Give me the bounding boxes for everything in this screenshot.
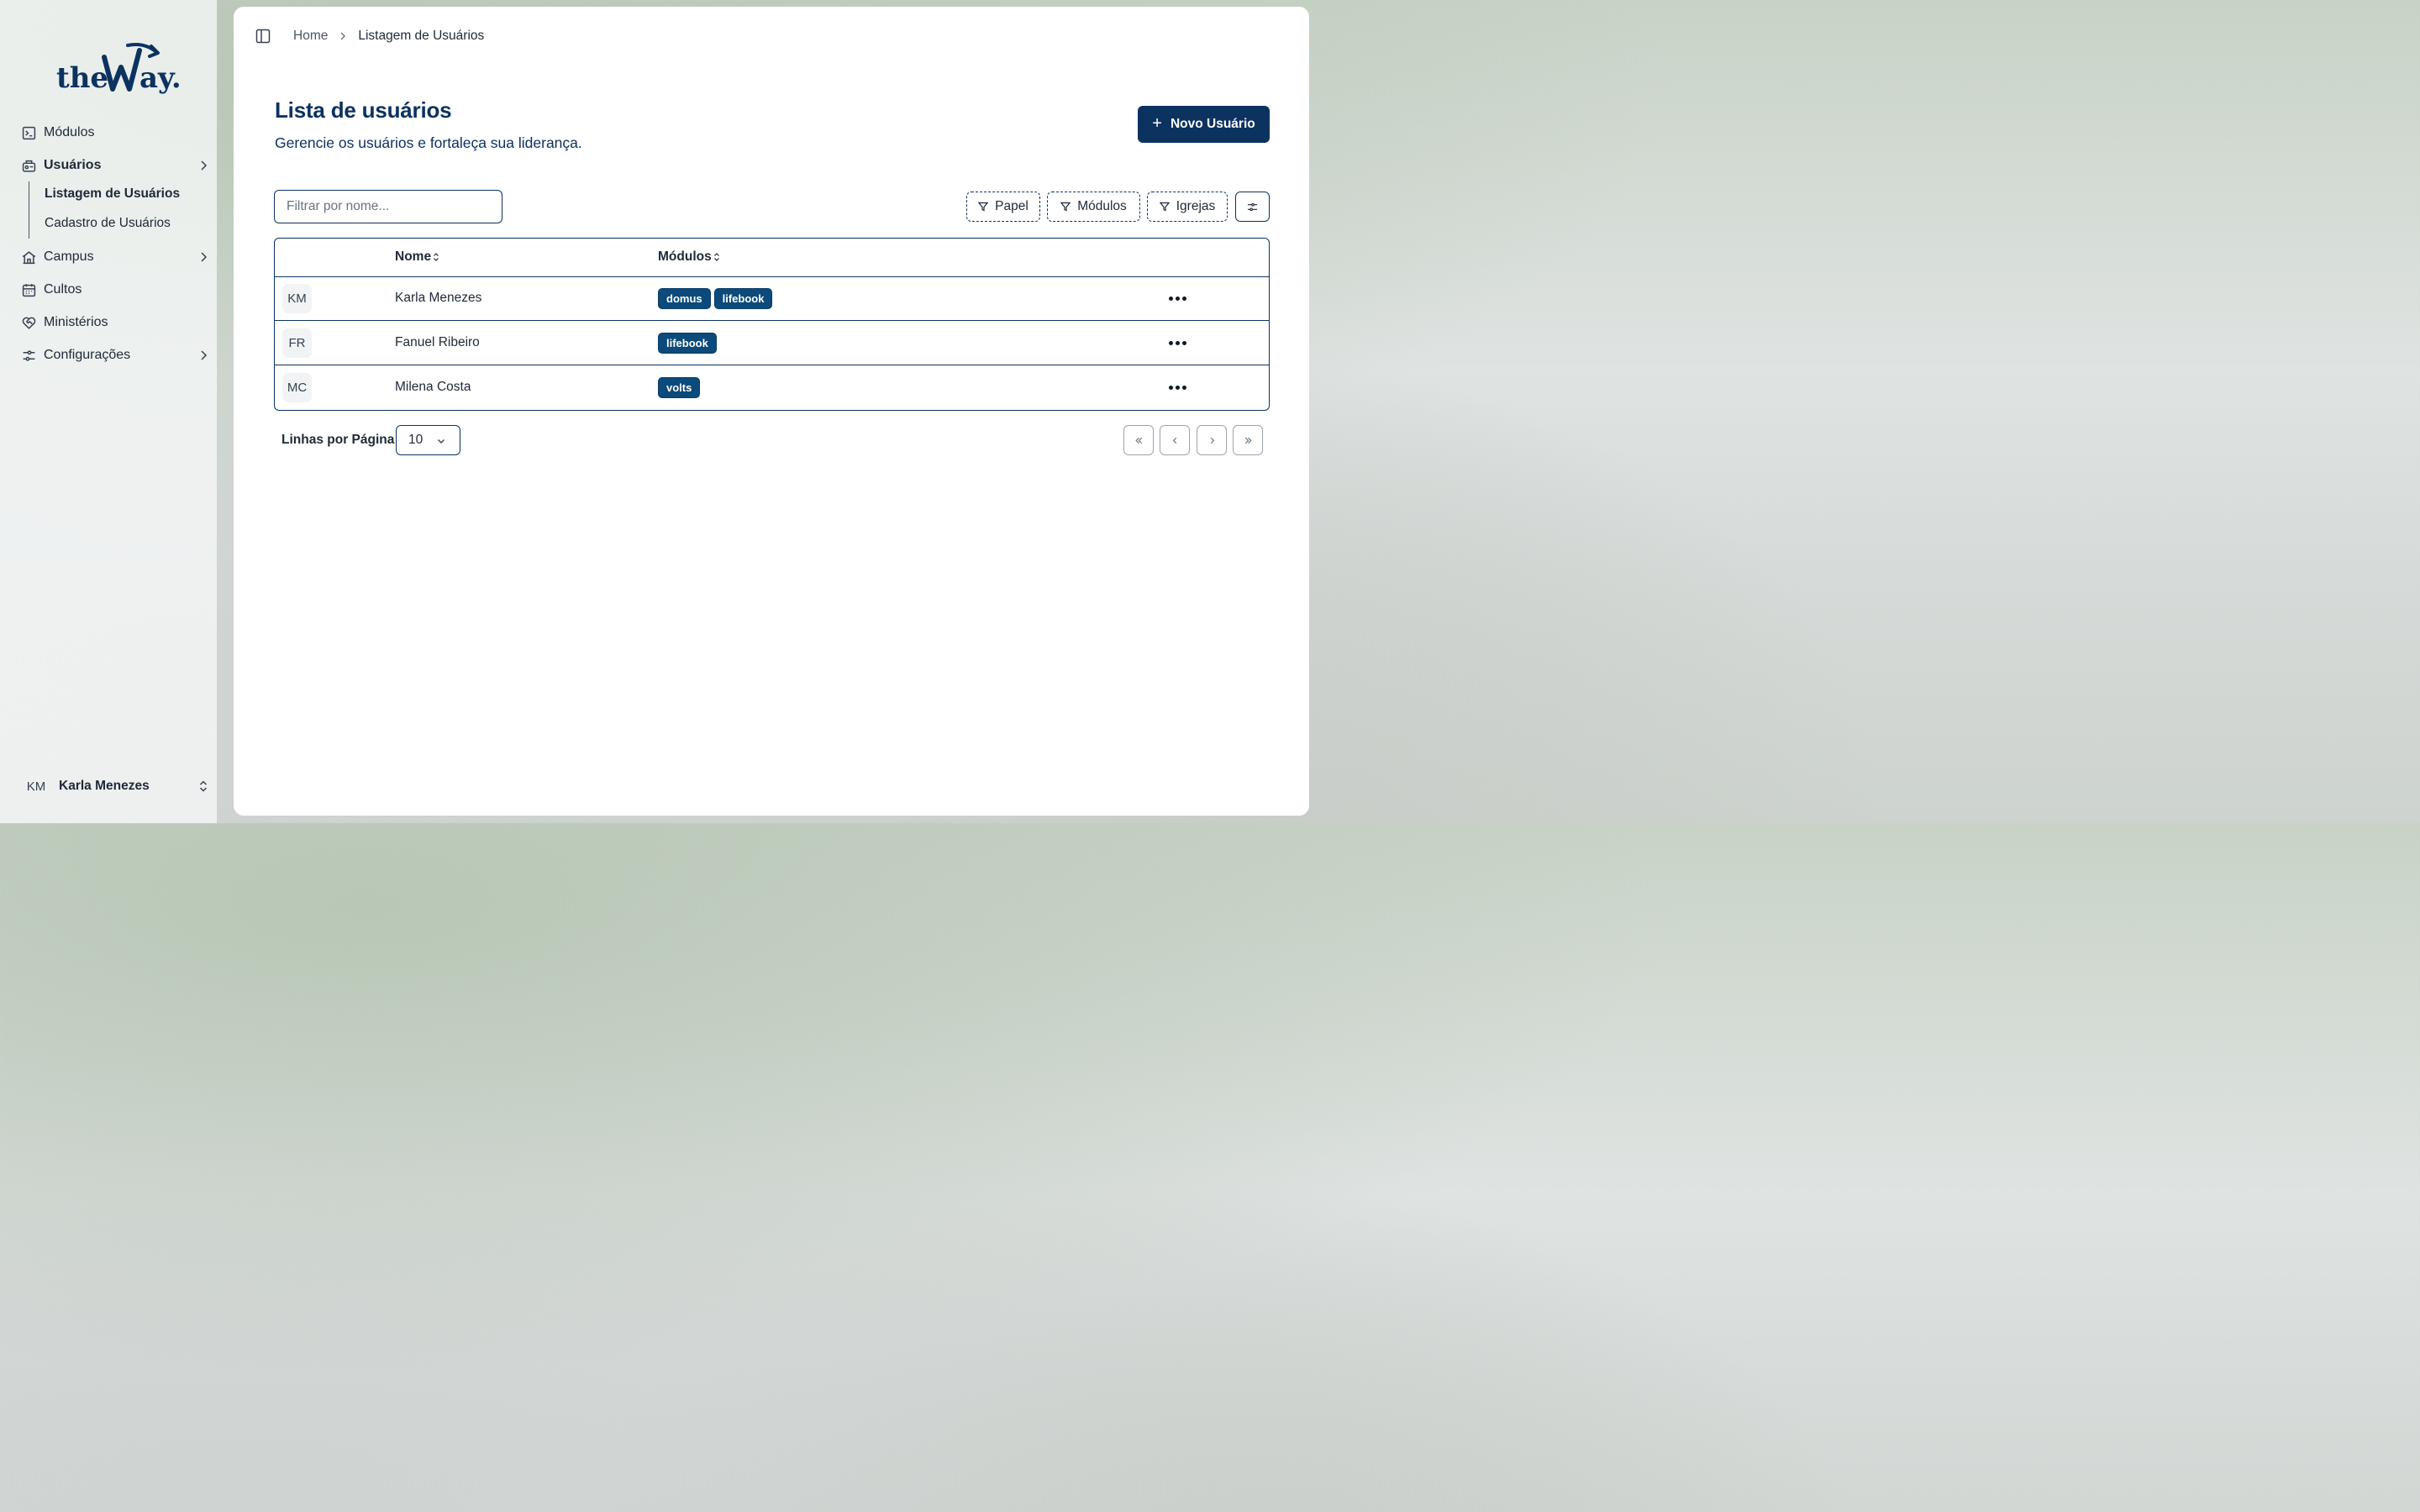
- filter-modulos-button[interactable]: Módulos: [1047, 192, 1140, 222]
- sidebar-item-label: Usuários: [44, 158, 102, 172]
- svg-text:ay.: ay.: [139, 61, 182, 95]
- campus-icon: [20, 249, 37, 265]
- avatar: FR: [282, 328, 312, 358]
- sidebar-toggle-icon[interactable]: [255, 29, 271, 44]
- filter-label: Papel: [995, 199, 1028, 213]
- table-row[interactable]: MC Milena Costa volts: [275, 365, 1269, 410]
- sidebar-item-configuracoes[interactable]: Configurações: [20, 342, 213, 369]
- next-page-button[interactable]: [1197, 425, 1227, 455]
- modules-icon: [20, 124, 37, 141]
- sort-icon: [434, 253, 439, 261]
- sidebar-item-modulos[interactable]: Módulos: [20, 119, 213, 146]
- page-subtitle: Gerencie os usuários e fortaleça sua lid…: [275, 134, 582, 151]
- sidebar-item-label: Cultos: [44, 282, 82, 297]
- user-name: Karla Menezes: [59, 779, 150, 793]
- search-input[interactable]: [274, 190, 502, 223]
- chevrons-right-icon: [1244, 437, 1252, 444]
- avatar: KM: [26, 779, 46, 794]
- breadcrumb: Home Listagem de Usuários: [293, 29, 484, 44]
- svg-text:the: the: [56, 61, 108, 95]
- chevron-right-icon: [1210, 437, 1214, 444]
- breadcrumb-current: Listagem de Usuários: [358, 29, 485, 43]
- modules-cell: volts: [658, 377, 701, 398]
- filter-label: Igrejas: [1176, 199, 1216, 213]
- sliders-icon: [1247, 202, 1258, 211]
- filter-icon: [1060, 202, 1071, 212]
- chevron-right-icon: [201, 252, 208, 262]
- chevrons-left-icon: [1134, 437, 1142, 444]
- calendar-icon: [20, 281, 37, 298]
- column-label: Módulos: [658, 249, 712, 264]
- users-table: Nome Módulos KM Karla Menezes domus life…: [274, 238, 1270, 411]
- modules-cell: domus lifebook: [658, 288, 773, 309]
- sidebar-item-campus[interactable]: Campus: [20, 244, 213, 270]
- chevron-right-icon: [201, 350, 208, 360]
- sidebar-item-label: Módulos: [44, 125, 95, 139]
- user-menu[interactable]: KM Karla Menezes: [20, 771, 213, 801]
- theway-logo[interactable]: the ay.: [52, 39, 187, 97]
- filter-papel-button[interactable]: Papel: [966, 192, 1040, 222]
- page-title: Lista de usuários: [275, 97, 452, 123]
- main-panel: Home Listagem de Usuários Lista de usuár…: [234, 7, 1309, 816]
- sidebar-subitem-cadastro[interactable]: Cadastro de Usuários: [45, 216, 171, 231]
- sort-icon: [713, 253, 719, 261]
- avatar: MC: [282, 373, 312, 402]
- sidebar: the ay. Módulos Usuários Listagem de Usu…: [0, 0, 217, 823]
- view-options-button[interactable]: [1235, 192, 1270, 222]
- sidebar-item-label: Ministérios: [44, 315, 108, 329]
- chevron-left-icon: [1172, 437, 1176, 444]
- avatar: KM: [282, 284, 312, 313]
- previous-page-button[interactable]: [1160, 425, 1190, 455]
- user-name-cell: Milena Costa: [395, 380, 471, 394]
- column-header-nome[interactable]: Nome: [395, 249, 439, 265]
- first-page-button[interactable]: [1123, 425, 1154, 455]
- sidebar-item-cultos[interactable]: Cultos: [20, 276, 213, 303]
- more-actions-icon[interactable]: [1167, 290, 1187, 307]
- filter-label: Módulos: [1077, 199, 1127, 213]
- modules-cell: lifebook: [658, 333, 717, 354]
- rows-per-page-select[interactable]: 10: [396, 425, 460, 455]
- sidebar-subitem-listagem[interactable]: Listagem de Usuários: [45, 186, 180, 202]
- user-name-cell: Karla Menezes: [395, 291, 482, 305]
- breadcrumb-home[interactable]: Home: [293, 29, 328, 44]
- column-label: Nome: [395, 249, 432, 264]
- table-row[interactable]: KM Karla Menezes domus lifebook: [275, 276, 1269, 321]
- table-row[interactable]: FR Fanuel Ribeiro lifebook: [275, 321, 1269, 365]
- filter-igrejas-button[interactable]: Igrejas: [1147, 192, 1228, 222]
- plus-icon: +: [1152, 113, 1162, 133]
- heart-handshake-icon: [20, 314, 37, 331]
- sidebar-item-label: Configurações: [44, 348, 131, 362]
- chevrons-up-down-icon: [199, 780, 208, 792]
- chevron-right-icon: [201, 160, 208, 171]
- settings-sliders-icon: [20, 347, 37, 364]
- table-header: Nome Módulos: [275, 239, 1269, 277]
- filter-icon: [978, 202, 989, 212]
- sidebar-item-usuarios[interactable]: Usuários: [20, 152, 213, 179]
- sidebar-item-ministerios[interactable]: Ministérios: [20, 309, 213, 336]
- new-user-label: Novo Usuário: [1170, 117, 1255, 131]
- filter-icon: [1159, 202, 1170, 212]
- module-badge: lifebook: [713, 288, 773, 309]
- module-badge: domus: [658, 288, 711, 309]
- column-header-modulos[interactable]: Módulos: [658, 249, 720, 265]
- user-name-cell: Fanuel Ribeiro: [395, 335, 480, 349]
- last-page-button[interactable]: [1233, 425, 1263, 455]
- chevron-right-icon: [340, 32, 346, 40]
- sidebar-item-label: Campus: [44, 249, 94, 264]
- module-badge: lifebook: [658, 333, 717, 354]
- users-icon: [20, 157, 37, 174]
- more-actions-icon[interactable]: [1167, 379, 1187, 396]
- chevron-down-icon: [438, 439, 445, 444]
- more-actions-icon[interactable]: [1167, 334, 1187, 351]
- module-badge: volts: [658, 377, 701, 398]
- rows-per-page-value: 10: [408, 433, 424, 447]
- new-user-button[interactable]: + Novo Usuário: [1138, 106, 1270, 143]
- rows-per-page-label: Linhas por Página: [281, 433, 395, 447]
